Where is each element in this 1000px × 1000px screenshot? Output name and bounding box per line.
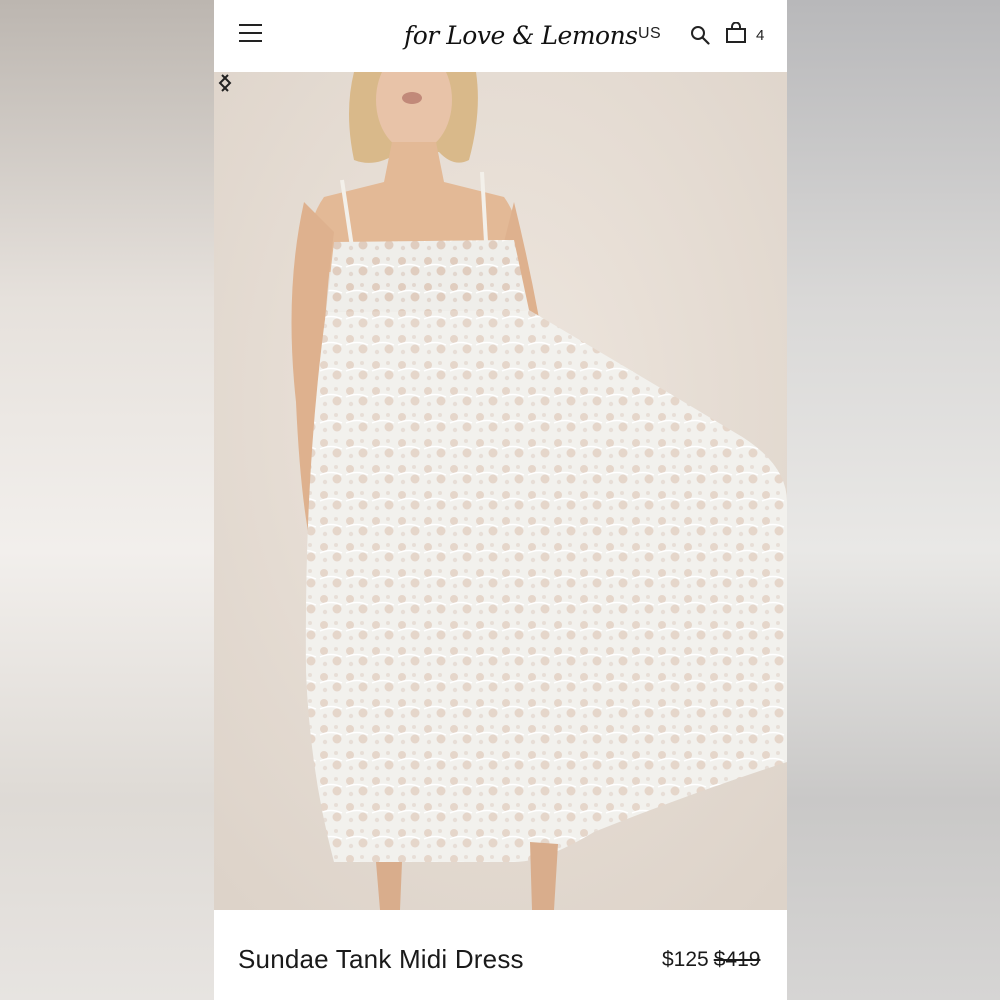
product-info: Sundae Tank Midi Dress $125 $419 — [214, 910, 787, 1000]
chevron-right-icon[interactable] — [214, 72, 236, 94]
product-title: Sundae Tank Midi Dress — [238, 944, 524, 974]
search-icon[interactable] — [690, 25, 710, 45]
site-header: for Love & Lemons US 4 — [214, 0, 787, 72]
product-page: for Love & Lemons US 4 Sundae Tank Midi … — [214, 0, 787, 1000]
blurred-background-left — [0, 0, 214, 1000]
region-selector[interactable]: US — [638, 25, 661, 43]
brand-logo[interactable]: for Love & Lemons — [404, 14, 638, 58]
blurred-background-right — [787, 0, 1000, 1000]
original-price: $419 — [713, 948, 761, 971]
shopping-bag-icon[interactable] — [725, 22, 747, 44]
price: $125 $419 — [662, 948, 760, 972]
cart-count: 4 — [756, 27, 765, 44]
menu-icon[interactable] — [239, 24, 262, 42]
sale-price: $125 — [662, 948, 709, 971]
product-image-carousel[interactable] — [214, 72, 787, 910]
product-photo — [214, 72, 787, 910]
